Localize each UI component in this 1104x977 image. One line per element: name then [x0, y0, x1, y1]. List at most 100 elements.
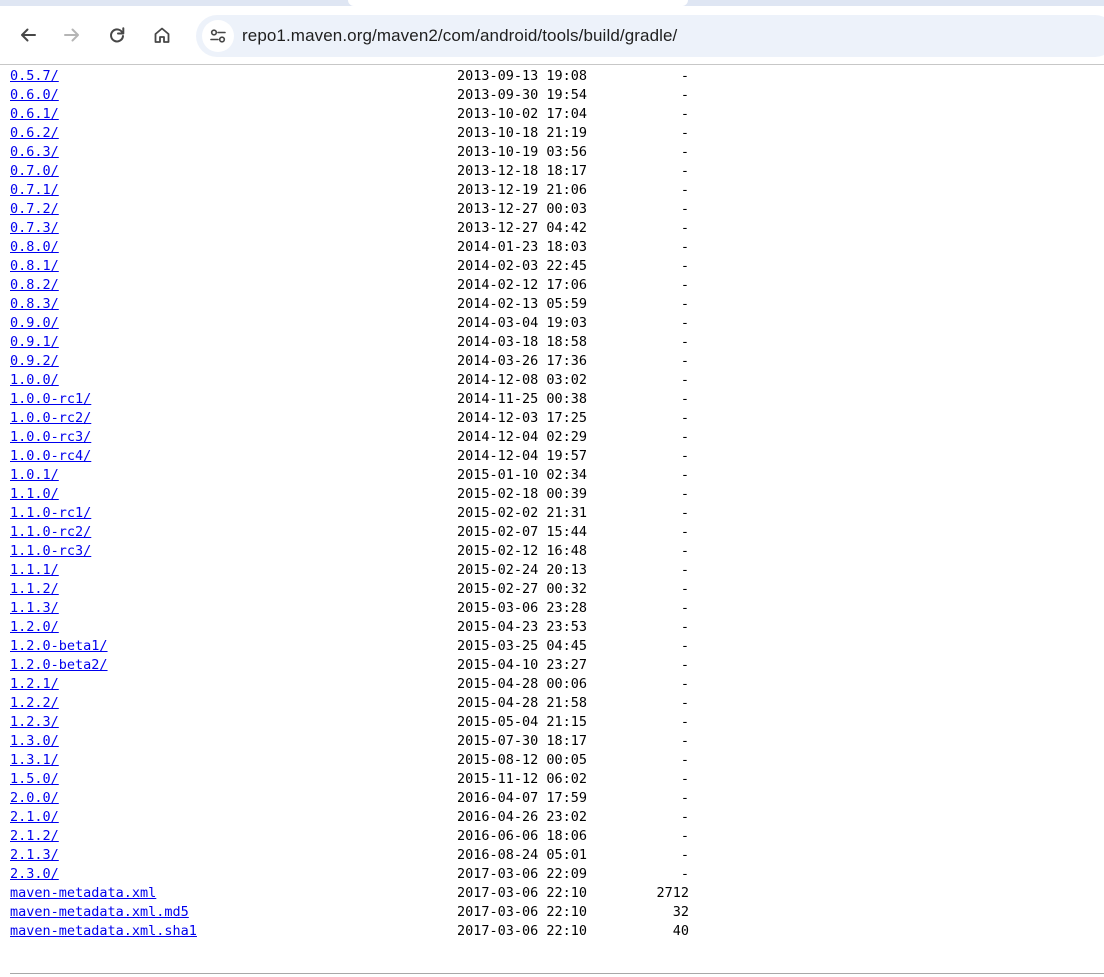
entry-size: - — [680, 429, 689, 445]
entry-link[interactable]: 0.7.1/ — [10, 182, 59, 198]
entry-link[interactable]: 0.6.1/ — [10, 106, 59, 122]
entry-size: - — [680, 657, 689, 673]
entry-link[interactable]: 0.8.3/ — [10, 296, 59, 312]
entry-size: - — [680, 391, 689, 407]
entry-size: - — [680, 524, 689, 540]
entry-link[interactable]: 1.2.2/ — [10, 695, 59, 711]
entry-link[interactable]: 1.2.0-beta1/ — [10, 638, 108, 654]
entry-link[interactable]: 1.0.0-rc3/ — [10, 429, 91, 445]
entry-link[interactable]: 1.2.0/ — [10, 619, 59, 635]
arrow-left-icon — [21, 28, 36, 42]
listing-row: 0.9.0/2014-03-04 19:03 - — [10, 314, 689, 333]
entry-link[interactable]: 1.1.0/ — [10, 486, 59, 502]
entry-date: 2017-03-06 22:10 — [457, 923, 588, 939]
entry-link[interactable]: 1.3.0/ — [10, 733, 59, 749]
forward-button[interactable] — [54, 17, 90, 53]
entry-link[interactable]: maven-metadata.xml.sha1 — [10, 923, 197, 939]
entry-size: - — [680, 847, 689, 863]
entry-link[interactable]: 1.1.0-rc1/ — [10, 505, 91, 521]
entry-link[interactable]: 0.7.2/ — [10, 201, 59, 217]
entry-size: 2712 — [656, 885, 689, 901]
entry-date: 2013-12-27 00:03 — [457, 201, 588, 217]
entry-link[interactable]: 0.7.3/ — [10, 220, 59, 236]
entry-link[interactable]: 1.1.2/ — [10, 581, 59, 597]
entry-link[interactable]: 0.6.0/ — [10, 87, 59, 103]
listing-row: 1.1.0-rc1/2015-02-02 21:31 - — [10, 504, 689, 523]
entry-link[interactable]: 1.0.0-rc1/ — [10, 391, 91, 407]
entry-link[interactable]: maven-metadata.xml.md5 — [10, 904, 189, 920]
entry-link[interactable]: 1.1.0-rc2/ — [10, 524, 91, 540]
entry-link[interactable]: 0.8.1/ — [10, 258, 59, 274]
entry-link[interactable]: 1.2.1/ — [10, 676, 59, 692]
entry-link[interactable]: 1.0.0-rc4/ — [10, 448, 91, 464]
listing-row: 1.0.0-rc3/2014-12-04 02:29 - — [10, 428, 689, 447]
entry-date: 2013-10-19 03:56 — [457, 144, 588, 160]
listing-row: 1.1.0-rc3/2015-02-12 16:48 - — [10, 542, 689, 561]
listing-row: 0.6.3/2013-10-19 03:56 - — [10, 143, 689, 162]
entry-link[interactable]: 1.5.0/ — [10, 771, 59, 787]
site-info-button[interactable] — [202, 20, 234, 52]
entry-link[interactable]: 1.1.0-rc3/ — [10, 543, 91, 559]
listing-row: 0.8.2/2014-02-12 17:06 - — [10, 276, 689, 295]
home-icon — [154, 27, 170, 43]
entry-link[interactable]: 0.9.2/ — [10, 353, 59, 369]
entry-date: 2015-02-12 16:48 — [457, 543, 588, 559]
listing-row: maven-metadata.xml.sha1 2017-03-06 22:10 4… — [10, 922, 689, 941]
entry-link[interactable]: 0.5.7/ — [10, 68, 59, 84]
entry-date: 2016-04-07 17:59 — [457, 790, 588, 806]
entry-date: 2014-02-13 05:59 — [457, 296, 588, 312]
entry-date: 2013-10-02 17:04 — [457, 106, 588, 122]
entry-link[interactable]: 1.1.1/ — [10, 562, 59, 578]
url-text[interactable]: repo1.maven.org/maven2/com/android/tools… — [242, 26, 677, 46]
entry-date: 2015-04-28 00:06 — [457, 676, 588, 692]
entry-link[interactable]: 0.6.3/ — [10, 144, 59, 160]
entry-size: - — [680, 486, 689, 502]
entry-link[interactable]: 2.3.0/ — [10, 866, 59, 882]
entry-date: 2014-11-25 00:38 — [457, 391, 588, 407]
entry-date: 2015-01-10 02:34 — [457, 467, 588, 483]
entry-link[interactable]: 1.1.3/ — [10, 600, 59, 616]
entry-link[interactable]: 0.6.2/ — [10, 125, 59, 141]
entry-link[interactable]: 2.1.3/ — [10, 847, 59, 863]
reload-button[interactable] — [99, 17, 135, 53]
entry-date: 2015-04-23 23:53 — [457, 619, 588, 635]
entry-link[interactable]: 2.1.2/ — [10, 828, 59, 844]
entry-size: - — [680, 334, 689, 350]
entry-link[interactable]: maven-metadata.xml — [10, 885, 156, 901]
entry-size: - — [680, 581, 689, 597]
entry-size: - — [680, 543, 689, 559]
entry-size: - — [680, 714, 689, 730]
entry-size: - — [680, 296, 689, 312]
entry-link[interactable]: 2.0.0/ — [10, 790, 59, 806]
listing-row: 0.8.0/2014-01-23 18:03 - — [10, 238, 689, 257]
entry-link[interactable]: 1.0.1/ — [10, 467, 59, 483]
listing-row: 0.7.3/2013-12-27 04:42 - — [10, 219, 689, 238]
home-button[interactable] — [144, 17, 180, 53]
entry-size: - — [680, 809, 689, 825]
entry-link[interactable]: 0.7.0/ — [10, 163, 59, 179]
back-button[interactable] — [10, 17, 46, 53]
listing-row: 1.3.0/2015-07-30 18:17 - — [10, 732, 689, 751]
listing-row: 2.1.2/2016-06-06 18:06 - — [10, 827, 689, 846]
entry-link[interactable]: 0.9.1/ — [10, 334, 59, 350]
entry-link[interactable]: 0.9.0/ — [10, 315, 59, 331]
directory-listing: 0.5.7/2013-09-13 19:08-0.6.0/2013-09-30 … — [10, 67, 689, 941]
entry-link[interactable]: 1.2.0-beta2/ — [10, 657, 108, 673]
entry-size: - — [680, 448, 689, 464]
entry-link[interactable]: 1.3.1/ — [10, 752, 59, 768]
entry-link[interactable]: 1.0.0/ — [10, 372, 59, 388]
entry-link[interactable]: 0.8.2/ — [10, 277, 59, 293]
listing-row: 0.8.3/2014-02-13 05:59 - — [10, 295, 689, 314]
entry-size: - — [680, 600, 689, 616]
address-bar[interactable]: repo1.maven.org/maven2/com/android/tools… — [196, 15, 1104, 57]
entry-date: 2017-03-06 22:10 — [457, 885, 588, 901]
entry-link[interactable]: 0.8.0/ — [10, 239, 59, 255]
entry-link[interactable]: 1.2.3/ — [10, 714, 59, 730]
entry-date: 2016-06-06 18:06 — [457, 828, 588, 844]
entry-size: - — [680, 562, 689, 578]
entry-link[interactable]: 1.0.0-rc2/ — [10, 410, 91, 426]
entry-date: 2015-02-24 20:13 — [457, 562, 588, 578]
entry-size: - — [680, 201, 689, 217]
entry-link[interactable]: 2.1.0/ — [10, 809, 59, 825]
entry-size: - — [680, 144, 689, 160]
